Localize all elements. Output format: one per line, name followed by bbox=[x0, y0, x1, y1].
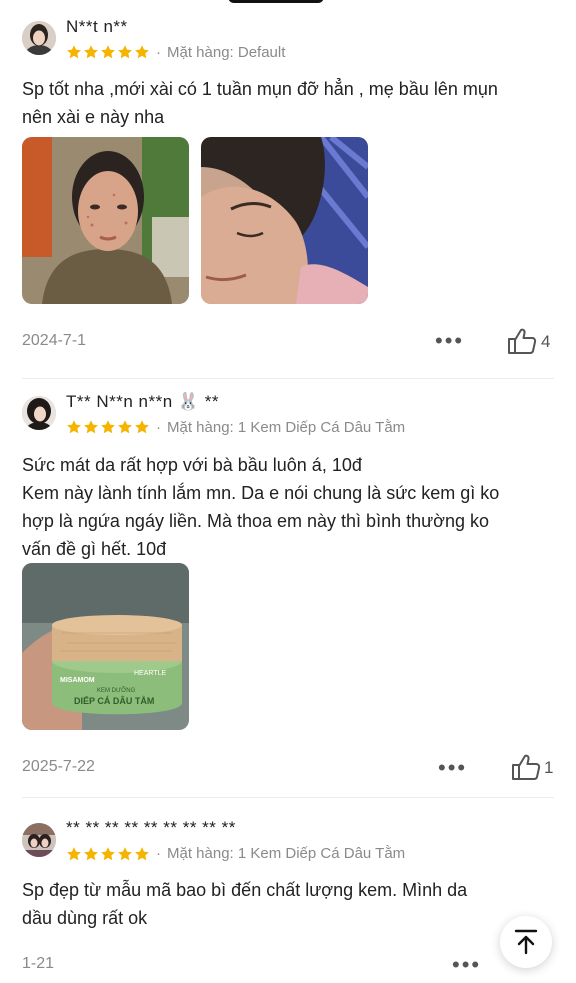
star-icon bbox=[117, 846, 133, 862]
scroll-to-top-icon bbox=[514, 929, 538, 955]
review-date: 1-21 bbox=[22, 955, 55, 972]
star-icon bbox=[134, 846, 150, 862]
comment-line: dầu dùng rất ok bbox=[22, 908, 148, 928]
comment-line: Sp đẹp từ mẫu mã bao bì đến chất lượng k… bbox=[22, 880, 468, 900]
review-item-3: ** ** ** ** ** ** ** ** ** · Mặt hàng: 1 … bbox=[0, 0, 576, 983]
review-comment: Sp đẹp từ mẫu mã bao bì đến chất lượng k… bbox=[22, 876, 557, 932]
bullet: · bbox=[156, 845, 161, 862]
scroll-to-top-button[interactable] bbox=[500, 916, 552, 968]
star-icon bbox=[100, 846, 116, 862]
avatar[interactable] bbox=[22, 823, 56, 857]
more-dots-icon[interactable]: ••• bbox=[452, 954, 481, 976]
product-variation: · Mặt hàng: 1 Kem Diếp Cá Dâu Tằm bbox=[156, 845, 405, 862]
rating-stars bbox=[66, 846, 150, 862]
reviewer-name: ** ** ** ** ** ** ** ** ** bbox=[66, 818, 236, 837]
star-icon bbox=[66, 846, 82, 862]
star-icon bbox=[83, 846, 99, 862]
variation-label: Mặt hàng: 1 Kem Diếp Cá Dâu Tằm bbox=[167, 845, 406, 862]
